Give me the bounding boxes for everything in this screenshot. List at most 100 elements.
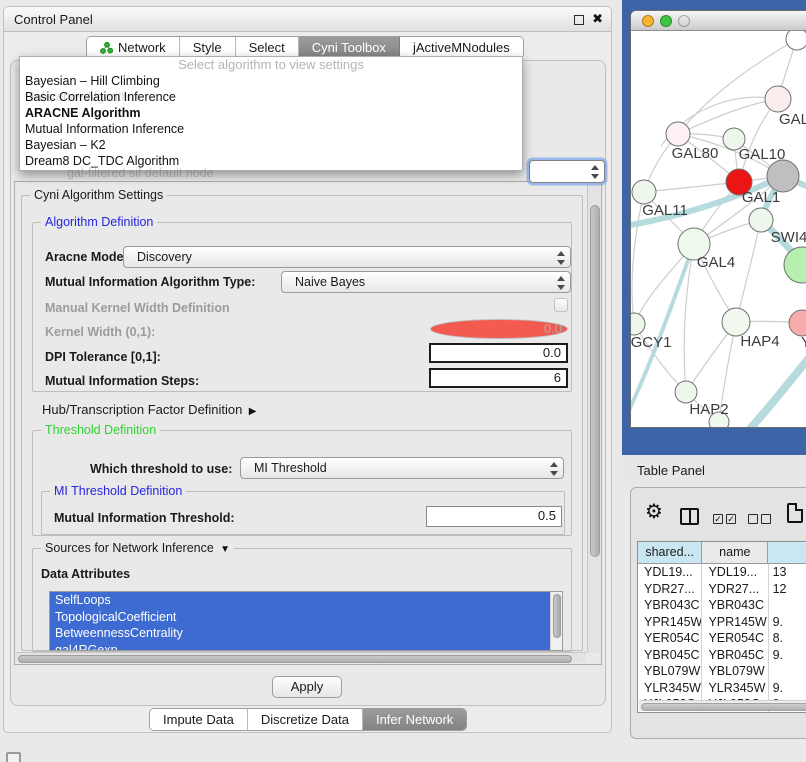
attribute-item-selected[interactable]: gal4RGexp bbox=[50, 642, 551, 652]
column-header[interactable]: shared... bbox=[638, 542, 702, 564]
scrollbar-thumb[interactable] bbox=[18, 655, 572, 663]
network-icon bbox=[100, 42, 113, 54]
network-node-y[interactable] bbox=[789, 310, 806, 336]
table-row[interactable]: YBR045CYBR045C9. bbox=[638, 647, 806, 664]
checkbox-checked-icon: ✓ bbox=[726, 514, 736, 524]
tab-jactivemnodules[interactable]: jActiveMNodules bbox=[400, 37, 523, 58]
network-node-gcy1[interactable] bbox=[631, 313, 645, 335]
table-row[interactable]: YDR27...YDR27...12 bbox=[638, 581, 806, 598]
group-title: Sources for Network Inference ▼ bbox=[41, 541, 234, 555]
tab-label: jActiveMNodules bbox=[413, 40, 510, 55]
tab-style[interactable]: Style bbox=[180, 37, 236, 58]
scrollbar-thumb[interactable] bbox=[641, 703, 806, 711]
list-scrollbar[interactable] bbox=[550, 592, 562, 650]
document-icon[interactable] bbox=[787, 503, 803, 523]
algorithm-option[interactable]: Mutual Information Inference bbox=[20, 121, 522, 137]
apply-button[interactable]: Apply bbox=[272, 676, 342, 698]
split-view-icon[interactable] bbox=[680, 508, 699, 525]
tab-network[interactable]: Network bbox=[87, 37, 180, 58]
mi-steps-field[interactable]: 6 bbox=[429, 368, 568, 388]
docked-panel-icon[interactable] bbox=[6, 752, 21, 762]
checkbox-checked-icon: ✓ bbox=[713, 514, 723, 524]
combo-stepper-icon bbox=[591, 164, 599, 180]
which-threshold-combo[interactable]: MI Threshold bbox=[240, 457, 564, 479]
network-node[interactable] bbox=[784, 247, 806, 283]
combo-value: Discovery bbox=[137, 250, 192, 264]
partially-hidden-combo[interactable] bbox=[529, 160, 605, 183]
unchecked-boxes-icon[interactable] bbox=[748, 514, 771, 524]
node-label: GCY1 bbox=[631, 334, 671, 351]
group-title: Cyni Algorithm Settings bbox=[30, 188, 167, 202]
scrollbar-thumb[interactable] bbox=[590, 205, 600, 557]
network-node[interactable] bbox=[767, 160, 799, 192]
table-row[interactable]: YDL19...YDL19...13 bbox=[638, 564, 806, 581]
manual-kernel-checkbox[interactable] bbox=[554, 298, 568, 312]
tab-select[interactable]: Select bbox=[236, 37, 299, 58]
table-cell: 8. bbox=[769, 630, 806, 647]
checked-boxes-icon[interactable]: ✓ ✓ bbox=[713, 514, 736, 524]
combo-value: Naive Bayes bbox=[295, 275, 365, 289]
settings-vertical-scrollbar[interactable] bbox=[587, 183, 600, 653]
network-node-gal11[interactable] bbox=[632, 180, 656, 204]
network-node[interactable] bbox=[786, 31, 806, 50]
network-node-hap4[interactable] bbox=[722, 308, 750, 336]
algorithm-popup: Select algorithm to view settings Bayesi… bbox=[19, 56, 523, 171]
kernel-width-field[interactable]: 0.0 bbox=[430, 319, 568, 339]
table-cell: 9. bbox=[769, 647, 806, 664]
data-attributes-list[interactable]: SelfLoopsTopologicalCoefficientBetweenne… bbox=[49, 591, 563, 651]
mi-threshold-field[interactable]: 0.5 bbox=[426, 506, 562, 527]
algorithm-popup-items: Bayesian – Hill ClimbingBasic Correlatio… bbox=[20, 73, 522, 169]
gear-icon[interactable]: ⚙ bbox=[645, 502, 663, 522]
attribute-item-selected[interactable]: BetweennessCentrality bbox=[50, 625, 551, 642]
table-row[interactable]: YER054CYER054C8. bbox=[638, 630, 806, 647]
network-canvas[interactable]: GALGAL80GAL10GAL1GAL11SWI4GAL4GCY1HAP4YH… bbox=[631, 31, 806, 427]
dpi-tolerance-field[interactable]: 0.0 bbox=[429, 343, 568, 363]
mi-steps-label: Mutual Information Steps: bbox=[45, 374, 199, 388]
data-attributes-label: Data Attributes bbox=[41, 567, 130, 581]
table-row[interactable]: YBR043CYBR043C bbox=[638, 597, 806, 614]
algorithm-option[interactable]: ARACNE Algorithm bbox=[20, 105, 522, 121]
tab-discretize-data[interactable]: Discretize Data bbox=[248, 709, 363, 730]
table-cell: 9. bbox=[769, 614, 806, 631]
node-label: GAL11 bbox=[642, 202, 688, 219]
mi-algorithm-type-combo[interactable]: Naive Bayes bbox=[281, 271, 571, 293]
tab-infer-network[interactable]: Infer Network bbox=[363, 709, 466, 730]
node-attribute-table: shared...name YDL19...YDL19...13YDR27...… bbox=[637, 541, 806, 713]
network-node-gal80[interactable] bbox=[666, 122, 690, 146]
table-row[interactable]: YBL079WYBL079W bbox=[638, 663, 806, 680]
table-horizontal-scrollbar[interactable] bbox=[639, 700, 806, 711]
table-cell: YBL079W bbox=[638, 663, 702, 680]
group-title: MI Threshold Definition bbox=[50, 484, 186, 498]
aracne-mode-combo[interactable]: Discovery bbox=[123, 246, 571, 268]
settings-horizontal-scrollbar[interactable] bbox=[16, 652, 586, 663]
algorithm-option[interactable]: Bayesian – K2 bbox=[20, 137, 522, 153]
table-cell: YBR043C bbox=[702, 597, 768, 614]
close-icon[interactable]: ✖ bbox=[592, 11, 603, 27]
hub-definition-expander[interactable]: Hub/Transcription Factor Definition ▶ bbox=[42, 402, 256, 417]
network-node-hap2[interactable] bbox=[675, 381, 697, 403]
column-header[interactable] bbox=[768, 542, 806, 564]
table-row[interactable]: YLR345WYLR345W9. bbox=[638, 680, 806, 697]
attribute-item-selected[interactable]: TopologicalCoefficient bbox=[50, 609, 551, 626]
algorithm-combo-placeholder: Select algorithm to view settings bbox=[20, 57, 522, 73]
table-row[interactable]: YPR145WYPR145W9. bbox=[638, 614, 806, 631]
scrollbar-thumb[interactable] bbox=[553, 594, 561, 638]
tab-label: Cyni Toolbox bbox=[312, 40, 386, 55]
network-node-swi4[interactable] bbox=[749, 208, 773, 232]
column-header[interactable]: name bbox=[702, 542, 768, 564]
table-cell: YBR045C bbox=[638, 647, 702, 664]
algorithm-option[interactable]: Bayesian – Hill Climbing bbox=[20, 73, 522, 89]
table-cell: 12 bbox=[769, 581, 806, 598]
mac-zoom-icon[interactable] bbox=[678, 15, 690, 27]
mac-close-icon[interactable] bbox=[642, 15, 654, 27]
tab-cyni-toolbox[interactable]: Cyni Toolbox bbox=[299, 37, 400, 58]
checkbox-unchecked-icon bbox=[761, 514, 771, 524]
mac-minimize-icon[interactable] bbox=[660, 15, 672, 27]
tab-label: Impute Data bbox=[163, 712, 234, 727]
attribute-item-selected[interactable]: SelfLoops bbox=[50, 592, 551, 609]
float-icon[interactable] bbox=[574, 15, 584, 25]
tab-impute-data[interactable]: Impute Data bbox=[150, 709, 248, 730]
network-node-gal[interactable] bbox=[765, 86, 791, 112]
chevron-down-icon[interactable]: ▼ bbox=[217, 544, 230, 555]
threshold-definition-group: Threshold Definition Which threshold to … bbox=[32, 430, 572, 536]
